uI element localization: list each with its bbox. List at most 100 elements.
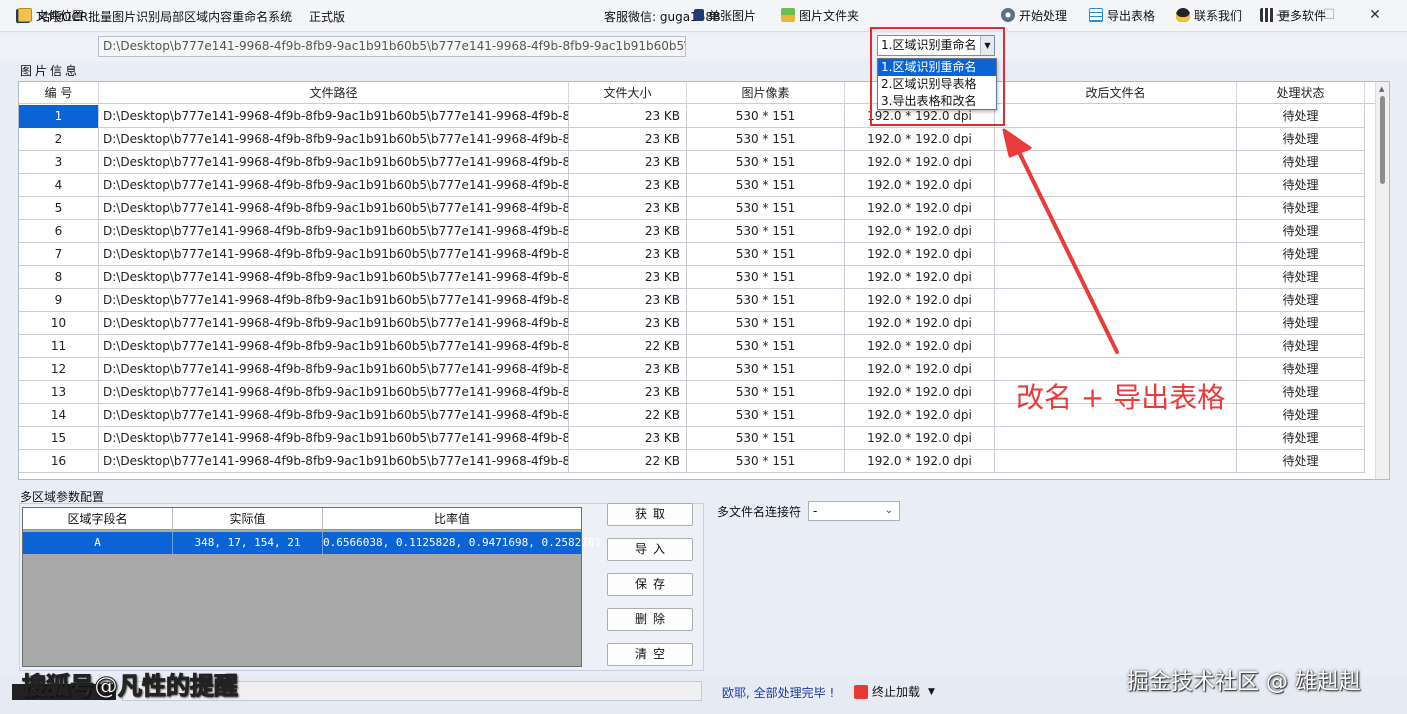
cell-dpi: 192.0 * 192.0 dpi: [845, 289, 995, 312]
cell-path: D:\Desktop\b777e141-9968-4f9b-8fb9-9ac1b…: [99, 450, 569, 473]
scroll-up-icon[interactable]: ▲: [1379, 85, 1384, 93]
more-software-button[interactable]: 更多软件: [1260, 4, 1326, 26]
chevron-down-icon: ⌄: [884, 505, 893, 516]
save-button[interactable]: 保存: [607, 573, 693, 596]
cell-status: 待处理: [1237, 266, 1365, 289]
cell-new-name: [995, 128, 1237, 151]
cell-status: 待处理: [1237, 105, 1365, 128]
cell-path: D:\Desktop\b777e141-9968-4f9b-8fb9-9ac1b…: [99, 404, 569, 427]
cell-number: 8: [19, 266, 99, 289]
mode-select[interactable]: 1.区域识别重命名 ▼: [877, 35, 995, 56]
mode-option-rename[interactable]: 1.区域识别重命名: [878, 59, 996, 76]
joiner-select[interactable]: - ⌄: [808, 501, 900, 521]
table-row[interactable]: 15 D:\Desktop\b777e141-9968-4f9b-8fb9-9ac…: [19, 427, 1365, 450]
table-row[interactable]: 6 D:\Desktop\b777e141-9968-4f9b-8fb9-9ac1…: [19, 220, 1365, 243]
table-row[interactable]: 5 D:\Desktop\b777e141-9968-4f9b-8fb9-9ac1…: [19, 197, 1365, 220]
fetch-button[interactable]: 获取: [607, 503, 693, 526]
cell-pixels: 530 * 151: [687, 335, 845, 358]
table-row[interactable]: 4 D:\Desktop\b777e141-9968-4f9b-8fb9-9ac1…: [19, 174, 1365, 197]
status-message: 欧耶, 全部处理完毕 !: [722, 686, 835, 700]
cell-new-name: [995, 266, 1237, 289]
cell-number: 4: [19, 174, 99, 197]
export-table-button[interactable]: 导出表格: [1089, 4, 1155, 26]
cell-number: 2: [19, 128, 99, 151]
cell-status: 待处理: [1237, 450, 1365, 473]
table-row[interactable]: 16 D:\Desktop\b777e141-9968-4f9b-8fb9-9ac…: [19, 450, 1365, 473]
region-col-ratio[interactable]: 比率值: [323, 508, 581, 530]
chevron-down-icon[interactable]: ▼: [980, 36, 994, 55]
region-col-name[interactable]: 区域字段名: [23, 508, 173, 530]
delete-button[interactable]: 删除: [607, 608, 693, 631]
cell-status: 待处理: [1237, 174, 1365, 197]
table-scrollbar[interactable]: ▲: [1375, 82, 1389, 479]
cell-number: 15: [19, 427, 99, 450]
file-location-button[interactable]: 文件位置: [18, 4, 84, 26]
cell-size: 23 KB: [569, 312, 687, 335]
cell-pixels: 530 * 151: [687, 427, 845, 450]
cell-new-name: [995, 174, 1237, 197]
cell-size: 23 KB: [569, 151, 687, 174]
scroll-thumb[interactable]: [1380, 96, 1385, 184]
close-button[interactable]: ✕: [1352, 0, 1398, 30]
cell-dpi: 192.0 * 192.0 dpi: [845, 128, 995, 151]
cell-number: 6: [19, 220, 99, 243]
cell-status: 待处理: [1237, 404, 1365, 427]
table-row[interactable]: 10 D:\Desktop\b777e141-9968-4f9b-8fb9-9ac…: [19, 312, 1365, 335]
cell-number: 12: [19, 358, 99, 381]
region-row[interactable]: A 348, 17, 154, 21 0.6566038, 0.1125828,…: [23, 532, 601, 554]
single-image-button[interactable]: 单张图片: [694, 4, 756, 26]
file-path-input[interactable]: D:\Desktop\b777e141-9968-4f9b-8fb9-9ac1b…: [98, 36, 686, 57]
cell-pixels: 530 * 151: [687, 266, 845, 289]
import-button[interactable]: 导入: [607, 538, 693, 561]
gear-icon: [1001, 8, 1015, 22]
table-row[interactable]: 2 D:\Desktop\b777e141-9968-4f9b-8fb9-9ac1…: [19, 128, 1365, 151]
cell-new-name: [995, 151, 1237, 174]
col-new-name[interactable]: 改后文件名: [995, 82, 1237, 104]
table-row[interactable]: 9 D:\Desktop\b777e141-9968-4f9b-8fb9-9ac1…: [19, 289, 1365, 312]
cell-size: 23 KB: [569, 289, 687, 312]
image-folder-icon: [781, 8, 795, 22]
clear-button[interactable]: 清空: [607, 643, 693, 666]
image-file-icon: [694, 9, 704, 21]
cell-path: D:\Desktop\b777e141-9968-4f9b-8fb9-9ac1b…: [99, 335, 569, 358]
col-status[interactable]: 处理状态: [1237, 82, 1365, 104]
table-row[interactable]: 7 D:\Desktop\b777e141-9968-4f9b-8fb9-9ac1…: [19, 243, 1365, 266]
cell-pixels: 530 * 151: [687, 220, 845, 243]
table-row[interactable]: 11 D:\Desktop\b777e141-9968-4f9b-8fb9-9ac…: [19, 335, 1365, 358]
cell-number: 14: [19, 404, 99, 427]
start-processing-button[interactable]: 开始处理: [1001, 4, 1067, 26]
cell-status: 待处理: [1237, 312, 1365, 335]
cell-pixels: 530 * 151: [687, 358, 845, 381]
cell-path: D:\Desktop\b777e141-9968-4f9b-8fb9-9ac1b…: [99, 197, 569, 220]
mode-option-export-table[interactable]: 2.区域识别导表格: [878, 76, 996, 93]
cell-new-name: [995, 312, 1237, 335]
chevron-down-icon: ▼: [928, 686, 935, 697]
cell-size: 23 KB: [569, 128, 687, 151]
cell-size: 23 KB: [569, 220, 687, 243]
col-path[interactable]: 文件路径: [99, 82, 569, 104]
table-row[interactable]: 8 D:\Desktop\b777e141-9968-4f9b-8fb9-9ac1…: [19, 266, 1365, 289]
cell-number: 10: [19, 312, 99, 335]
cell-new-name: [995, 243, 1237, 266]
cell-size: 23 KB: [569, 197, 687, 220]
cell-new-name: [995, 450, 1237, 473]
cell-path: D:\Desktop\b777e141-9968-4f9b-8fb9-9ac1b…: [99, 220, 569, 243]
stop-loading-button[interactable]: 终止加载 ▼: [854, 683, 935, 700]
cell-status: 待处理: [1237, 358, 1365, 381]
cell-dpi: 192.0 * 192.0 dpi: [845, 358, 995, 381]
mode-option-export-and-rename[interactable]: 3.导出表格和改名: [878, 93, 996, 110]
cell-size: 23 KB: [569, 243, 687, 266]
col-number[interactable]: 编 号: [19, 82, 99, 104]
col-pixels[interactable]: 图片像素: [687, 82, 845, 104]
col-size[interactable]: 文件大小: [569, 82, 687, 104]
image-folder-button[interactable]: 图片文件夹: [781, 4, 859, 26]
cell-dpi: 192.0 * 192.0 dpi: [845, 404, 995, 427]
contact-us-button[interactable]: 联系我们: [1176, 4, 1242, 26]
cell-new-name: [995, 105, 1237, 128]
cell-dpi: 192.0 * 192.0 dpi: [845, 220, 995, 243]
table-row[interactable]: 3 D:\Desktop\b777e141-9968-4f9b-8fb9-9ac1…: [19, 151, 1365, 174]
cell-dpi: 192.0 * 192.0 dpi: [845, 174, 995, 197]
region-table: 区域字段名 实际值 比率值 A 348, 17, 154, 21 0.65660…: [22, 507, 601, 667]
table-row[interactable]: 1 D:\Desktop\b777e141-9968-4f9b-8fb9-9ac1…: [19, 105, 1365, 128]
region-col-actual[interactable]: 实际值: [173, 508, 323, 530]
